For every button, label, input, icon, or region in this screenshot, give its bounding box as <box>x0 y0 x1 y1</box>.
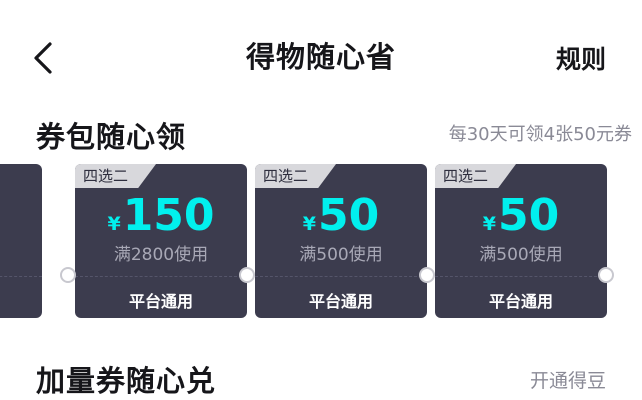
coupon-tag: 四选二 <box>255 164 337 188</box>
coupon-divider <box>0 276 42 277</box>
coupon-tag: 四选二 <box>75 164 157 188</box>
coupon-usage: 平台通用 <box>128 292 193 311</box>
coupon-card[interactable]: 四选二 ¥50 满500使用 平台通用 <box>255 164 427 318</box>
section-title: 加量券随心兑 <box>36 364 217 398</box>
coupon-divider <box>75 276 247 277</box>
coupon-condition: 满500使用 <box>479 245 563 265</box>
coupon-condition: 满500使用 <box>299 245 383 265</box>
coupon-value: 50 <box>318 190 380 241</box>
section-title: 券包随心领 <box>36 120 187 154</box>
section-subtitle: 每30天可领4张50元券 <box>448 124 632 145</box>
coupon-notch <box>60 267 76 283</box>
coupon-card[interactable]: 四选二 ¥150 满2800使用 平台通用 <box>75 164 247 318</box>
coupon-notch <box>239 267 255 283</box>
nav-bar: 得物随心省 规则 <box>0 0 642 110</box>
coupon-pack-header: 券包随心领 每30天可领4张50元券 <box>36 114 632 154</box>
coupon-card-partial[interactable] <box>0 164 42 318</box>
coupon-card[interactable]: 四选二 ¥50 满500使用 平台通用 <box>435 164 607 318</box>
coupon-divider <box>255 276 427 277</box>
coupon-notch <box>419 267 435 283</box>
coupon-amount: ¥150 <box>75 190 247 241</box>
coupon-value: 50 <box>498 190 560 241</box>
currency-symbol: ¥ <box>302 213 316 235</box>
coupon-usage: 平台通用 <box>308 292 373 311</box>
currency-symbol: ¥ <box>107 213 121 235</box>
currency-symbol: ¥ <box>482 213 496 235</box>
page-title: 得物随心省 <box>245 40 396 74</box>
coupon-divider <box>435 276 607 277</box>
coupon-tag: 四选二 <box>435 164 517 188</box>
rules-link[interactable]: 规则 <box>556 40 606 76</box>
coupon-notch <box>598 267 614 283</box>
open-dedou-link[interactable]: 开通得豆 <box>530 366 606 393</box>
coupon-usage: 平台通用 <box>488 292 553 311</box>
coupon-carousel[interactable]: 四选二 ¥150 满2800使用 平台通用 四选二 ¥50 满500使用 平台通… <box>0 164 642 318</box>
coupon-amount: ¥50 <box>435 190 607 241</box>
extra-coupon-header: 加量券随心兑 开通得豆 <box>36 358 606 398</box>
coupon-amount: ¥50 <box>255 190 427 241</box>
coupon-condition: 满2800使用 <box>113 245 209 265</box>
coupon-value: 150 <box>122 190 215 241</box>
